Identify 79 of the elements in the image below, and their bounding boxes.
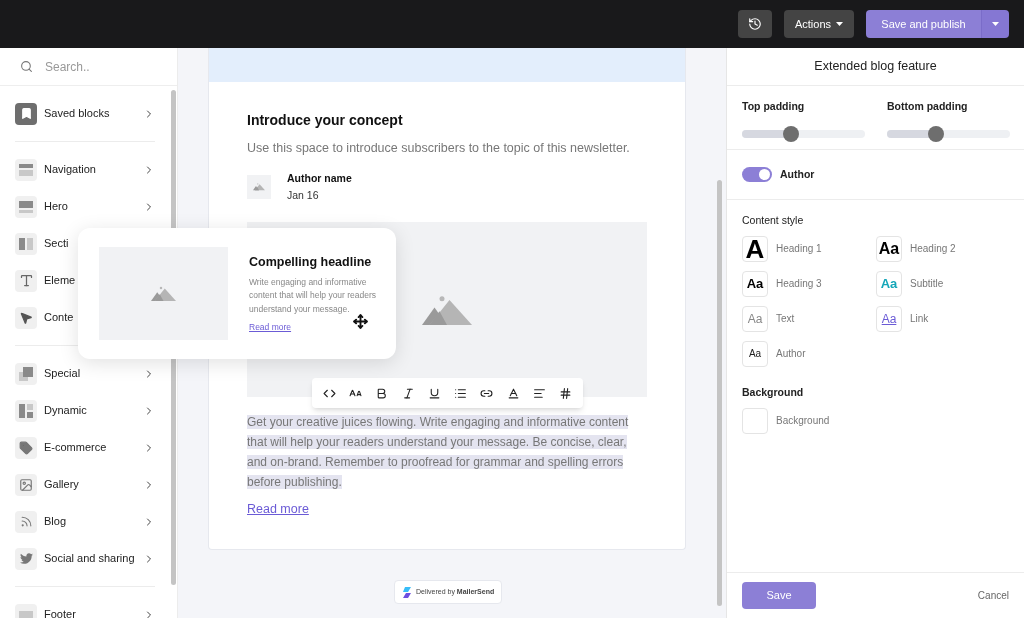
sidebar-item[interactable]: Footer xyxy=(15,596,155,618)
style-sample: A xyxy=(742,235,768,262)
dashboard-icon xyxy=(15,399,37,422)
columns-icon xyxy=(15,232,37,255)
style-option[interactable]: Aa Text xyxy=(742,305,876,332)
navigation-layout-icon xyxy=(15,158,37,181)
body-paragraph: Get your creative juices flowing. Write engaging and informative content that will help your readers understand your message. Be concise, clear, and on-brand. Remember to proofread for grammar and spelling errors before publishing. xyxy=(247,414,630,492)
pointer-icon xyxy=(15,306,37,329)
image-placeholder-icon xyxy=(151,286,176,301)
style-sample: Aa xyxy=(742,340,768,367)
sidebar-item[interactable]: Secti xyxy=(15,225,69,262)
sidebar-item[interactable]: Conte xyxy=(15,299,74,336)
sidebar-item[interactable]: Navigation xyxy=(15,151,155,188)
search-icon xyxy=(20,60,33,73)
image-placeholder-icon xyxy=(253,183,265,191)
sidebar-item[interactable]: E-commerce xyxy=(15,429,155,466)
bold-icon[interactable] xyxy=(375,386,389,400)
sidebar-item[interactable]: Dynamic xyxy=(15,392,155,429)
sidebar-item[interactable]: Blog xyxy=(15,503,155,540)
read-more-link[interactable]: Read more xyxy=(247,500,309,519)
style-option[interactable]: Aa Link xyxy=(876,305,1009,332)
rss-icon xyxy=(15,510,37,533)
slider-thumb[interactable] xyxy=(928,125,945,142)
section-label: Content style xyxy=(742,213,805,228)
background-option[interactable]: Background xyxy=(742,407,1009,434)
card-text: Write engaging and informative content that will help your readers understand your message. xyxy=(249,275,378,316)
hash-icon[interactable] xyxy=(559,386,573,400)
image-placeholder-icon xyxy=(422,294,472,325)
email-intro: Use this space to introduce subscribers to the topic of this newsletter. xyxy=(247,140,631,157)
email-heading: Introduce your concept xyxy=(247,111,404,130)
style-option[interactable]: Aa Subtitle xyxy=(876,270,1009,297)
history-icon xyxy=(747,17,762,31)
sidebar-item[interactable]: Social and sharing xyxy=(15,540,155,577)
slider-label: Bottom padding xyxy=(887,99,969,114)
style-sample: Aa xyxy=(876,235,902,262)
logo-icon xyxy=(402,586,412,598)
stacked-squares-icon xyxy=(15,362,37,385)
author-toggle[interactable] xyxy=(742,167,772,182)
sidebar-item[interactable]: Gallery xyxy=(15,466,155,503)
text-color-icon[interactable] xyxy=(506,386,520,400)
author-date: Jan 16 xyxy=(287,187,320,203)
scrollbar[interactable] xyxy=(716,180,722,606)
sidebar-item[interactable]: Hero xyxy=(15,188,155,225)
style-sample: Aa xyxy=(742,305,768,332)
style-sample: Aa xyxy=(876,305,902,332)
slider-thumb[interactable] xyxy=(783,125,800,142)
style-sample: Aa xyxy=(876,270,902,297)
image-icon xyxy=(15,473,37,496)
toggle-label: Author xyxy=(780,166,815,182)
bookmark-icon xyxy=(15,102,37,125)
align-left-icon[interactable] xyxy=(533,386,546,400)
style-option[interactable]: Aa Heading 3 xyxy=(742,270,876,297)
style-option[interactable]: Aa Author xyxy=(742,340,876,367)
list-icon[interactable] xyxy=(454,386,468,400)
sidebar-item[interactable]: Saved blocks xyxy=(15,95,155,132)
text-icon xyxy=(15,269,37,292)
cancel-button[interactable]: Cancel xyxy=(977,588,1009,603)
card-headline: Compelling headline xyxy=(249,254,373,271)
caret-icon xyxy=(836,22,843,26)
tag-icon xyxy=(15,436,37,459)
author-name: Author name xyxy=(287,170,352,186)
underline-icon[interactable] xyxy=(427,386,441,400)
slider-label: Top padding xyxy=(742,99,806,114)
panel-title: Extended blog feature xyxy=(727,48,1024,86)
search-field[interactable]: Search.. xyxy=(45,57,155,76)
actions-button[interactable]: Actions xyxy=(783,10,854,38)
style-sample: Aa xyxy=(742,270,768,297)
sidebar-item[interactable]: Eleme xyxy=(15,262,76,299)
italic-icon[interactable] xyxy=(401,386,415,400)
style-option[interactable]: A Heading 1 xyxy=(742,235,876,262)
hero-layout-icon xyxy=(15,195,37,218)
sidebar-item[interactable]: Special xyxy=(15,355,155,392)
move-cursor-icon xyxy=(353,314,368,329)
caret-icon xyxy=(992,22,999,26)
twitter-icon xyxy=(15,547,37,570)
read-more-link[interactable]: Read more xyxy=(249,321,292,334)
history-button[interactable] xyxy=(737,10,772,38)
section-label: Background xyxy=(742,384,805,400)
style-option[interactable]: Aa Heading 2 xyxy=(876,235,1009,262)
